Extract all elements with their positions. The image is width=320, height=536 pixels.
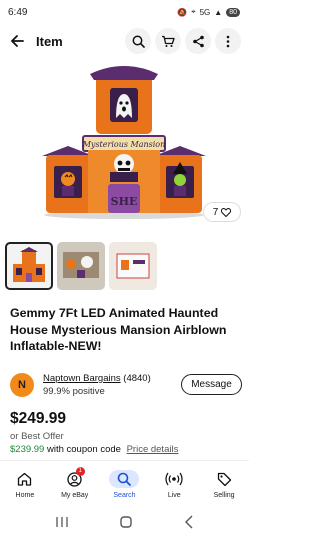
battery-icon: 80 xyxy=(226,7,240,17)
back-button[interactable] xyxy=(8,32,26,50)
cart-button[interactable] xyxy=(155,28,181,54)
arrow-left-icon xyxy=(10,35,24,47)
tag-icon xyxy=(217,472,231,486)
coupon-line: $239.99 with coupon code Price details xyxy=(10,444,178,455)
search-icon xyxy=(132,35,145,48)
status-icons: 🔕 ⌖ 5G ▲ 80 xyxy=(177,7,240,17)
notification-badge: 1 xyxy=(75,467,85,476)
thumbnail-2[interactable] xyxy=(57,242,105,290)
live-icon xyxy=(165,472,183,486)
product-image[interactable]: Mysterious Mansion SHE xyxy=(28,60,220,220)
home-icon xyxy=(18,472,32,486)
nav-home[interactable]: Home xyxy=(1,461,49,508)
signal-icon: ▲ xyxy=(214,7,223,17)
best-offer-text: or Best Offer xyxy=(10,431,64,442)
nav-search[interactable]: Search xyxy=(100,461,148,508)
cart-icon xyxy=(162,35,175,47)
door-text: SHE xyxy=(111,195,138,208)
page-title: Item xyxy=(36,33,63,49)
share-button[interactable] xyxy=(185,28,211,54)
nav-live[interactable]: Live xyxy=(150,461,198,508)
mute-icon: 🔕 xyxy=(177,7,188,17)
seller-avatar[interactable]: N xyxy=(10,373,34,397)
thumbnail-2-image xyxy=(57,242,105,290)
thumbnail-strip xyxy=(5,242,157,290)
top-app-bar: Item xyxy=(0,24,249,58)
price-details-link[interactable]: Price details xyxy=(127,444,179,455)
home-button[interactable] xyxy=(119,515,133,529)
android-nav-bar xyxy=(0,508,249,536)
seller-name-link[interactable]: Naptown Bargains xyxy=(43,373,121,384)
bottom-nav: Home 1 My eBay Search Live Selling xyxy=(0,460,249,508)
seller-row: N Naptown Bargains (4840) 99.9% positive… xyxy=(10,372,242,400)
mansion-sign-text: Mysterious Mansion xyxy=(82,140,166,149)
seller-name-line: Naptown Bargains (4840) xyxy=(43,373,151,384)
kebab-menu-icon xyxy=(226,35,230,47)
message-button[interactable]: Message xyxy=(181,374,242,395)
coupon-price: $239.99 xyxy=(10,444,45,455)
thumbnail-1[interactable] xyxy=(5,242,53,290)
listing-title: Gemmy 7Ft LED Animated Haunted House Mys… xyxy=(10,306,227,353)
thumbnail-3-image xyxy=(109,242,157,290)
share-icon xyxy=(192,35,204,47)
seller-positive-rating: 99.9% positive xyxy=(43,386,105,397)
search-button[interactable] xyxy=(125,28,151,54)
heart-icon xyxy=(221,207,232,217)
more-options-button[interactable] xyxy=(215,28,241,54)
nav-search-label: Search xyxy=(113,492,136,499)
nav-selling-label: Selling xyxy=(213,492,235,499)
item-price: $249.99 xyxy=(10,410,67,427)
nav-my-ebay[interactable]: 1 My eBay xyxy=(51,461,99,508)
status-bar: 6:49 🔕 ⌖ 5G ▲ 80 xyxy=(0,0,249,24)
thumbnail-3[interactable] xyxy=(109,242,157,290)
image-like-counter[interactable]: 7 xyxy=(203,202,241,222)
coupon-text: with coupon code xyxy=(46,444,121,455)
recent-apps-button[interactable] xyxy=(55,516,69,528)
back-nav-button[interactable] xyxy=(184,515,194,529)
nav-live-label: Live xyxy=(167,492,181,499)
thumbnail-1-image xyxy=(13,247,45,282)
location-icon: ⌖ xyxy=(191,7,196,16)
nav-my-ebay-label: My eBay xyxy=(61,492,89,499)
search-icon xyxy=(118,472,132,486)
nav-home-label: Home xyxy=(15,492,35,499)
seller-feedback-count: (4840) xyxy=(123,373,151,384)
nav-selling[interactable]: Selling xyxy=(200,461,248,508)
network-label: 5G xyxy=(199,7,211,17)
status-time: 6:49 xyxy=(8,6,28,18)
image-counter-value: 7 xyxy=(212,206,219,218)
